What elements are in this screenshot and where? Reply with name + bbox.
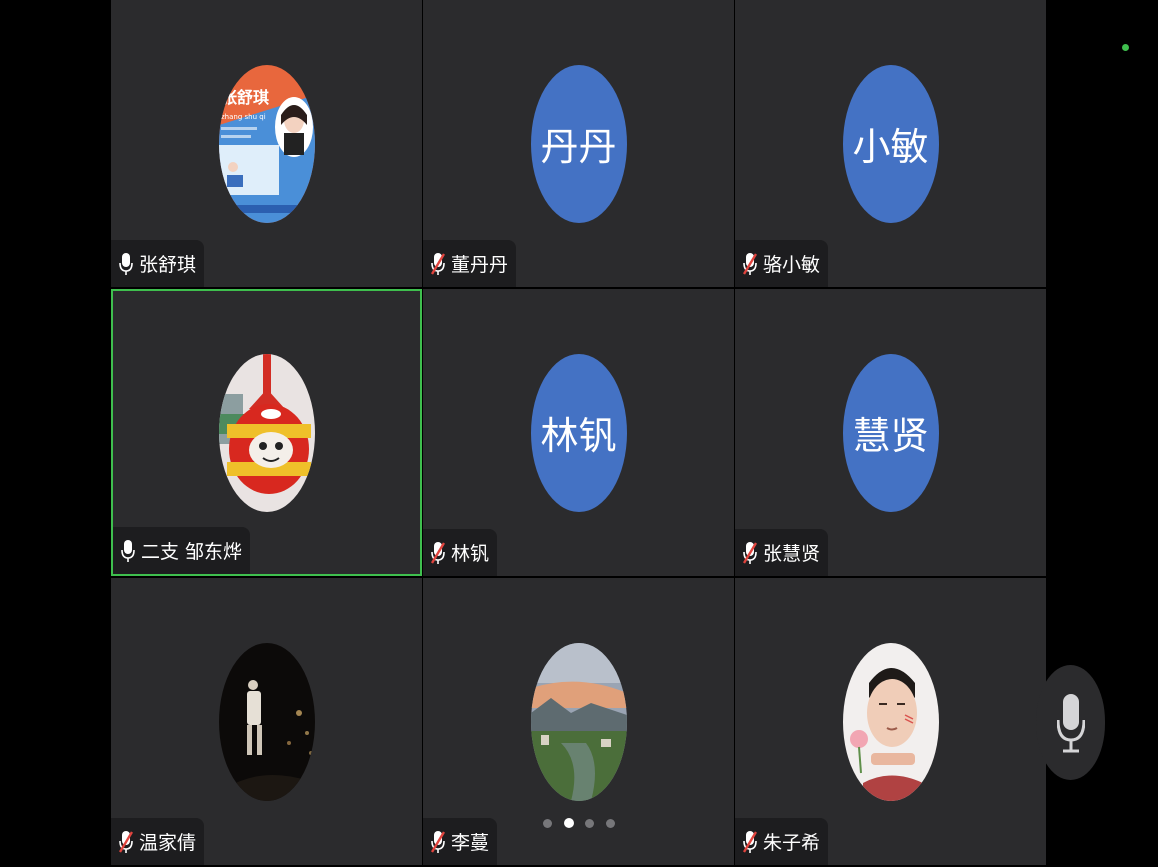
participant-grid: 张舒琪 zhang shu qi 张舒琪 丹丹 董丹丹 小敏 骆小敏 二支 邹东… [111, 0, 1046, 867]
participant-avatar: 丹丹 [530, 64, 627, 223]
participant-tile[interactable]: 小敏 骆小敏 [735, 0, 1046, 287]
participant-avatar: 小敏 [842, 64, 939, 223]
participant-nametag: 温家倩 [111, 818, 205, 865]
participant-avatar: 林钒 [530, 353, 627, 512]
participant-nametag: 二支 邹东烨 [113, 527, 251, 574]
poster-subtitle: zhang shu qi [221, 113, 266, 121]
status-indicator-dot [1122, 44, 1129, 51]
microphone-icon [121, 539, 135, 562]
participant-name: 张慧贤 [763, 543, 821, 565]
participant-name: 张舒琪 [139, 254, 197, 276]
participant-tile[interactable]: 丹丹 董丹丹 [423, 0, 734, 287]
participant-tile[interactable]: 朱子希 [735, 578, 1046, 865]
participant-name: 骆小敏 [763, 254, 821, 276]
participant-name: 温家倩 [139, 832, 197, 854]
participant-nametag: 董丹丹 [423, 240, 517, 287]
participant-name: 董丹丹 [451, 254, 509, 276]
participant-nametag: 朱子希 [735, 818, 829, 865]
participant-name: 二支 邹东烨 [141, 541, 243, 563]
participant-tile[interactable]: 温家倩 [111, 578, 422, 865]
participant-name: 李蔓 [451, 832, 490, 854]
page-dot[interactable] [543, 818, 552, 828]
participant-tile[interactable]: 慧贤 张慧贤 [735, 289, 1046, 576]
participant-tile[interactable]: 张舒琪 zhang shu qi 张舒琪 [111, 0, 422, 287]
microphone-muted-icon [743, 830, 757, 853]
participant-tile[interactable]: 林钒 林钒 [423, 289, 734, 576]
microphone-muted-icon [431, 830, 445, 853]
participant-name: 林钒 [451, 543, 490, 565]
participant-nametag: 张舒琪 [111, 240, 205, 287]
microphone-muted-icon [431, 252, 445, 275]
participant-avatar [218, 353, 315, 512]
participant-nametag: 林钒 [423, 529, 498, 576]
page-indicator[interactable] [543, 816, 615, 830]
participant-name: 朱子希 [763, 832, 821, 854]
floating-microphone-button[interactable] [1036, 665, 1105, 780]
page-dot[interactable] [605, 818, 615, 828]
microphone-muted-icon [743, 252, 757, 275]
microphone-muted-icon [119, 830, 133, 853]
poster-avatar-image: 张舒琪 zhang shu qi [218, 64, 315, 223]
microphone-muted-icon [431, 541, 445, 564]
participant-avatar: 慧贤 [842, 353, 939, 512]
participant-nametag: 李蔓 [423, 818, 498, 865]
participant-avatar [842, 642, 939, 801]
microphone-icon [1056, 693, 1085, 752]
cartoon-avatar-image [218, 353, 315, 512]
participant-tile-active[interactable]: 二支 邹东烨 [111, 289, 422, 576]
participant-nametag: 张慧贤 [735, 529, 829, 576]
participant-avatar [218, 642, 315, 801]
poster-title: 张舒琪 [221, 88, 269, 107]
microphone-muted-icon [743, 541, 757, 564]
page-dot-active[interactable] [563, 818, 574, 828]
person-photo-avatar-image [842, 642, 939, 801]
microphone-icon [119, 252, 133, 275]
night-photo-avatar-image [218, 642, 315, 801]
participant-nametag: 骆小敏 [735, 240, 829, 287]
landscape-photo-avatar-image [530, 642, 627, 801]
page-dot[interactable] [585, 818, 595, 828]
participant-avatar: 张舒琪 zhang shu qi [218, 64, 315, 223]
participant-avatar [530, 642, 627, 801]
